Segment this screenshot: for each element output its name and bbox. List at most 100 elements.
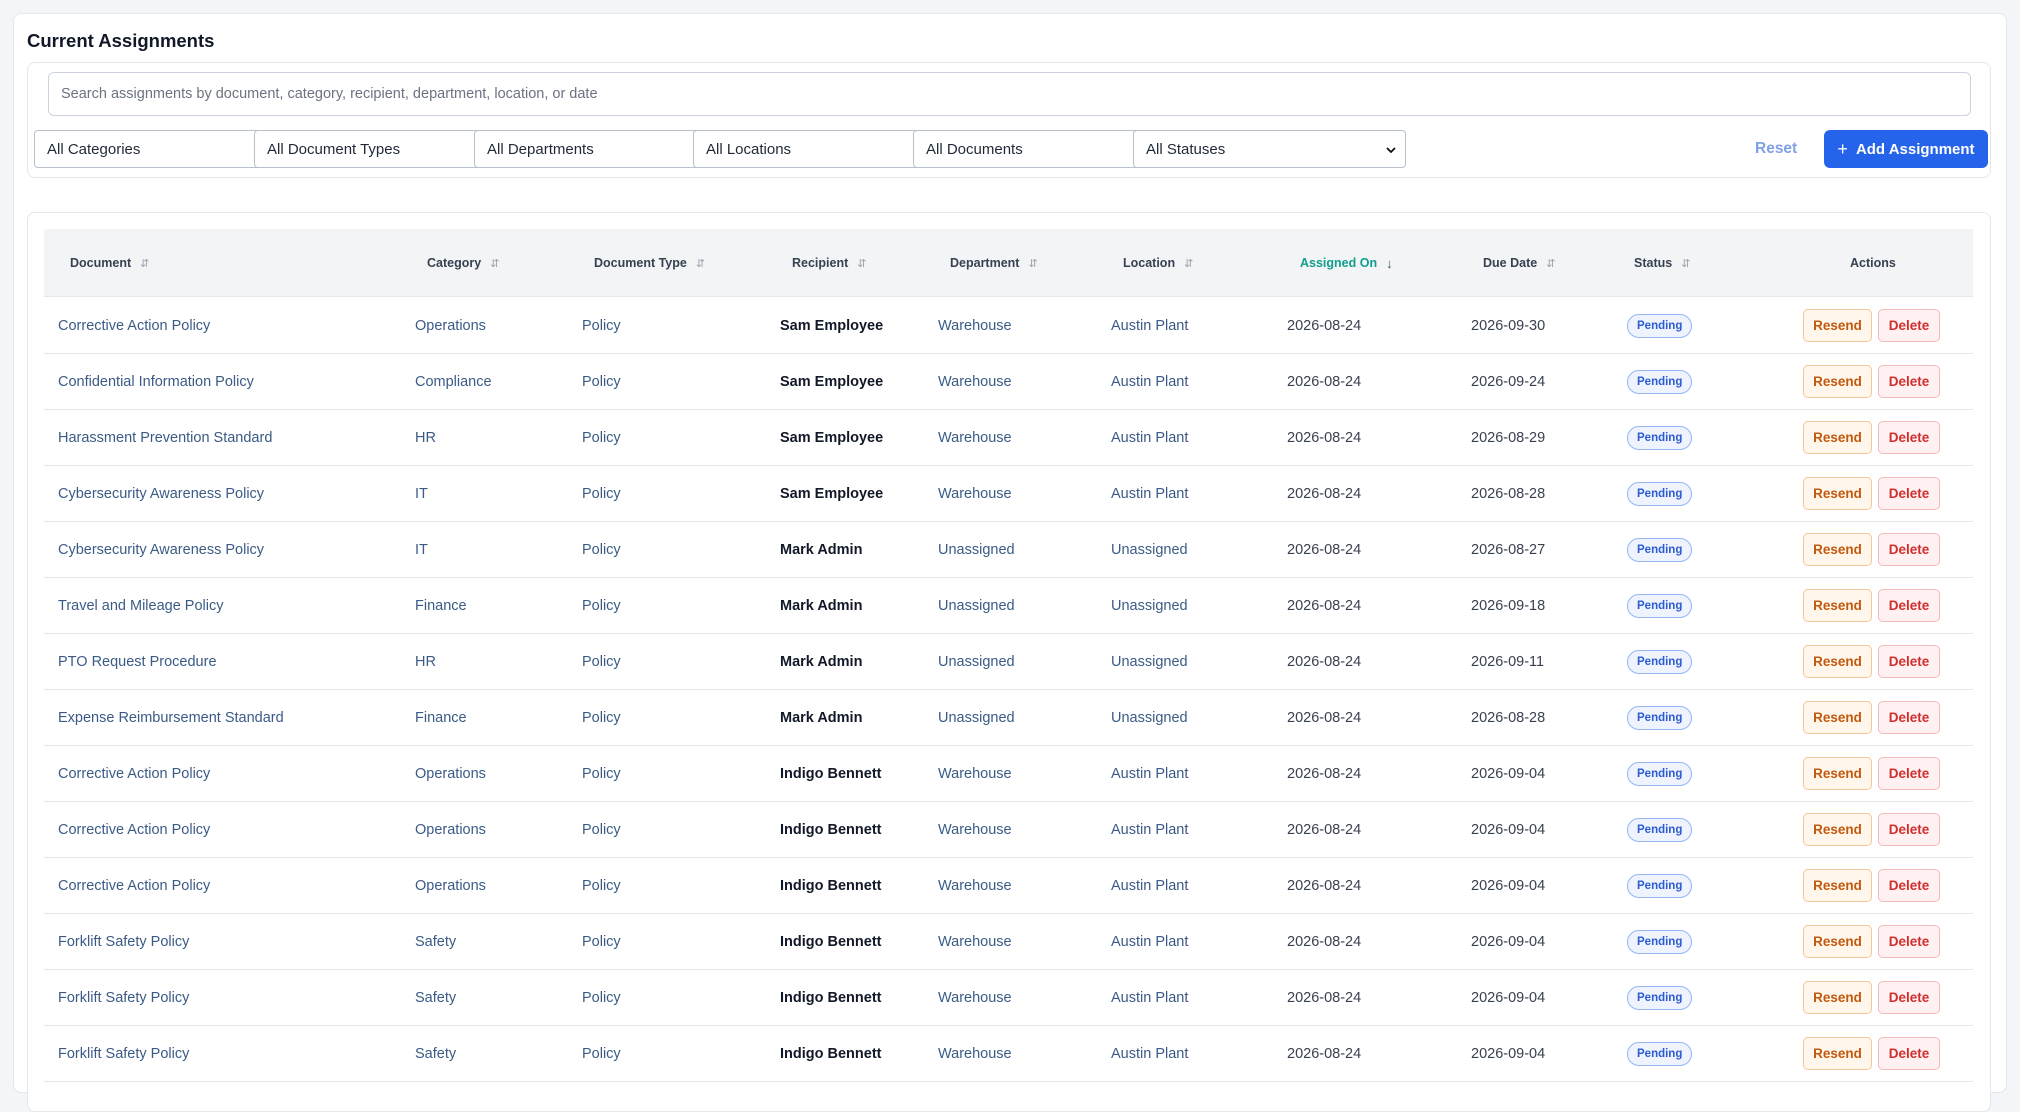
due-date-cell: 2026-09-11 bbox=[1471, 654, 1545, 670]
resend-button[interactable]: Resend bbox=[1803, 981, 1872, 1014]
status-badge: Pending bbox=[1627, 370, 1693, 394]
delete-button[interactable]: Delete bbox=[1878, 813, 1940, 846]
add-assignment-button[interactable]: + Add Assignment bbox=[1824, 130, 1988, 168]
due-date-cell: 2026-09-04 bbox=[1471, 990, 1546, 1006]
document-type-cell: Policy bbox=[582, 934, 621, 950]
delete-button[interactable]: Delete bbox=[1878, 1037, 1940, 1070]
column-header-actions: Actions bbox=[1850, 256, 1896, 270]
status-filter-value: All Statuses bbox=[1146, 140, 1226, 158]
table-row: Confidential Information Policy Complianc… bbox=[44, 354, 1973, 410]
resend-button[interactable]: Resend bbox=[1803, 365, 1872, 398]
department-cell: Warehouse bbox=[938, 374, 1012, 390]
column-header-location[interactable]: Location ⇵ bbox=[1123, 229, 1193, 297]
assignments-card: Current Assignments All Categories All D… bbox=[13, 13, 2007, 1112]
location-cell: Unassigned bbox=[1111, 710, 1188, 726]
document-link[interactable]: Forklift Safety Policy bbox=[58, 970, 189, 1026]
delete-button[interactable]: Delete bbox=[1878, 365, 1940, 398]
table-row: Cybersecurity Awareness Policy IT Policy Ma… bbox=[44, 522, 1973, 578]
status-filter-select[interactable]: All Statuses bbox=[1133, 130, 1406, 168]
recipient-cell: Indigo Bennett bbox=[780, 1046, 882, 1062]
reset-button[interactable]: Reset bbox=[1755, 130, 1797, 168]
department-cell: Unassigned bbox=[938, 710, 1015, 726]
document-link[interactable]: Cybersecurity Awareness Policy bbox=[58, 466, 264, 522]
delete-button[interactable]: Delete bbox=[1878, 701, 1940, 734]
document-link[interactable]: Corrective Action Policy bbox=[58, 802, 210, 858]
delete-button[interactable]: Delete bbox=[1878, 309, 1940, 342]
document-link[interactable]: Corrective Action Policy bbox=[58, 298, 210, 354]
document-link[interactable]: Forklift Safety Policy bbox=[58, 914, 189, 970]
column-header-due-date[interactable]: Due Date ⇵ bbox=[1483, 229, 1555, 297]
document-link[interactable]: Corrective Action Policy bbox=[58, 858, 210, 914]
assigned-on-cell: 2026-08-24 bbox=[1287, 654, 1362, 670]
category-cell: Safety bbox=[415, 1046, 457, 1062]
category-cell: IT bbox=[415, 542, 428, 558]
recipient-cell: Indigo Bennett bbox=[780, 766, 882, 782]
recipient-cell: Sam Employee bbox=[780, 374, 884, 390]
recipient-cell: Indigo Bennett bbox=[780, 990, 882, 1006]
due-date-cell: 2026-09-04 bbox=[1471, 1046, 1546, 1062]
document-link[interactable]: Corrective Action Policy bbox=[58, 746, 210, 802]
delete-button[interactable]: Delete bbox=[1878, 533, 1940, 566]
department-cell: Warehouse bbox=[938, 430, 1012, 446]
document-link[interactable]: Confidential Information Policy bbox=[58, 354, 254, 410]
resend-button[interactable]: Resend bbox=[1803, 309, 1872, 342]
sort-icon: ⇵ bbox=[1028, 257, 1038, 270]
column-header-assigned-on[interactable]: Assigned On ↓ bbox=[1300, 229, 1393, 297]
search-input[interactable] bbox=[48, 72, 1971, 116]
delete-button[interactable]: Delete bbox=[1878, 981, 1940, 1014]
category-cell: Finance bbox=[415, 710, 467, 726]
resend-button[interactable]: Resend bbox=[1803, 701, 1872, 734]
location-cell: Austin Plant bbox=[1111, 878, 1189, 894]
department-cell: Warehouse bbox=[938, 486, 1012, 502]
document-link[interactable]: Travel and Mileage Policy bbox=[58, 578, 223, 634]
document-type-cell: Policy bbox=[582, 598, 621, 614]
resend-button[interactable]: Resend bbox=[1803, 645, 1872, 678]
resend-button[interactable]: Resend bbox=[1803, 1037, 1872, 1070]
resend-button[interactable]: Resend bbox=[1803, 813, 1872, 846]
assigned-on-cell: 2026-08-24 bbox=[1287, 878, 1362, 894]
department-cell: Warehouse bbox=[938, 1046, 1012, 1062]
column-header-document[interactable]: Document ⇵ bbox=[70, 229, 149, 297]
delete-button[interactable]: Delete bbox=[1878, 477, 1940, 510]
document-link[interactable]: Harassment Prevention Standard bbox=[58, 410, 272, 466]
column-header-category[interactable]: Category ⇵ bbox=[427, 229, 499, 297]
table-row: Corrective Action Policy Operations Policy… bbox=[44, 802, 1973, 858]
page-title: Current Assignments bbox=[27, 30, 215, 51]
delete-button[interactable]: Delete bbox=[1878, 869, 1940, 902]
delete-button[interactable]: Delete bbox=[1878, 421, 1940, 454]
department-cell: Warehouse bbox=[938, 878, 1012, 894]
document-link[interactable]: PTO Request Procedure bbox=[58, 634, 217, 690]
document-link[interactable]: Cybersecurity Awareness Policy bbox=[58, 522, 264, 578]
status-badge: Pending bbox=[1627, 594, 1693, 618]
document-type-cell: Policy bbox=[582, 878, 621, 894]
assigned-on-cell: 2026-08-24 bbox=[1287, 822, 1362, 838]
resend-button[interactable]: Resend bbox=[1803, 477, 1872, 510]
delete-button[interactable]: Delete bbox=[1878, 645, 1940, 678]
resend-button[interactable]: Resend bbox=[1803, 925, 1872, 958]
column-header-recipient[interactable]: Recipient ⇵ bbox=[792, 229, 866, 297]
department-cell: Unassigned bbox=[938, 598, 1015, 614]
status-badge: Pending bbox=[1627, 818, 1693, 842]
table-row: Corrective Action Policy Operations Policy… bbox=[44, 298, 1973, 354]
column-header-status[interactable]: Status ⇵ bbox=[1634, 229, 1690, 297]
status-badge: Pending bbox=[1627, 874, 1693, 898]
delete-button[interactable]: Delete bbox=[1878, 757, 1940, 790]
resend-button[interactable]: Resend bbox=[1803, 757, 1872, 790]
table-row: Corrective Action Policy Operations Policy… bbox=[44, 858, 1973, 914]
delete-button[interactable]: Delete bbox=[1878, 589, 1940, 622]
resend-button[interactable]: Resend bbox=[1803, 589, 1872, 622]
category-cell: Compliance bbox=[415, 374, 492, 390]
document-link[interactable]: Forklift Safety Policy bbox=[58, 1026, 189, 1082]
delete-button[interactable]: Delete bbox=[1878, 925, 1940, 958]
document-link[interactable]: Expense Reimbursement Standard bbox=[58, 690, 284, 746]
sort-icon: ⇵ bbox=[1681, 257, 1691, 270]
category-cell: HR bbox=[415, 430, 436, 446]
location-cell: Austin Plant bbox=[1111, 822, 1189, 838]
column-header-document-type[interactable]: Document Type ⇵ bbox=[594, 229, 705, 297]
column-header-department[interactable]: Department ⇵ bbox=[950, 229, 1038, 297]
status-badge: Pending bbox=[1627, 986, 1693, 1010]
table-row: Corrective Action Policy Operations Policy… bbox=[44, 746, 1973, 802]
resend-button[interactable]: Resend bbox=[1803, 533, 1872, 566]
resend-button[interactable]: Resend bbox=[1803, 869, 1872, 902]
resend-button[interactable]: Resend bbox=[1803, 421, 1872, 454]
